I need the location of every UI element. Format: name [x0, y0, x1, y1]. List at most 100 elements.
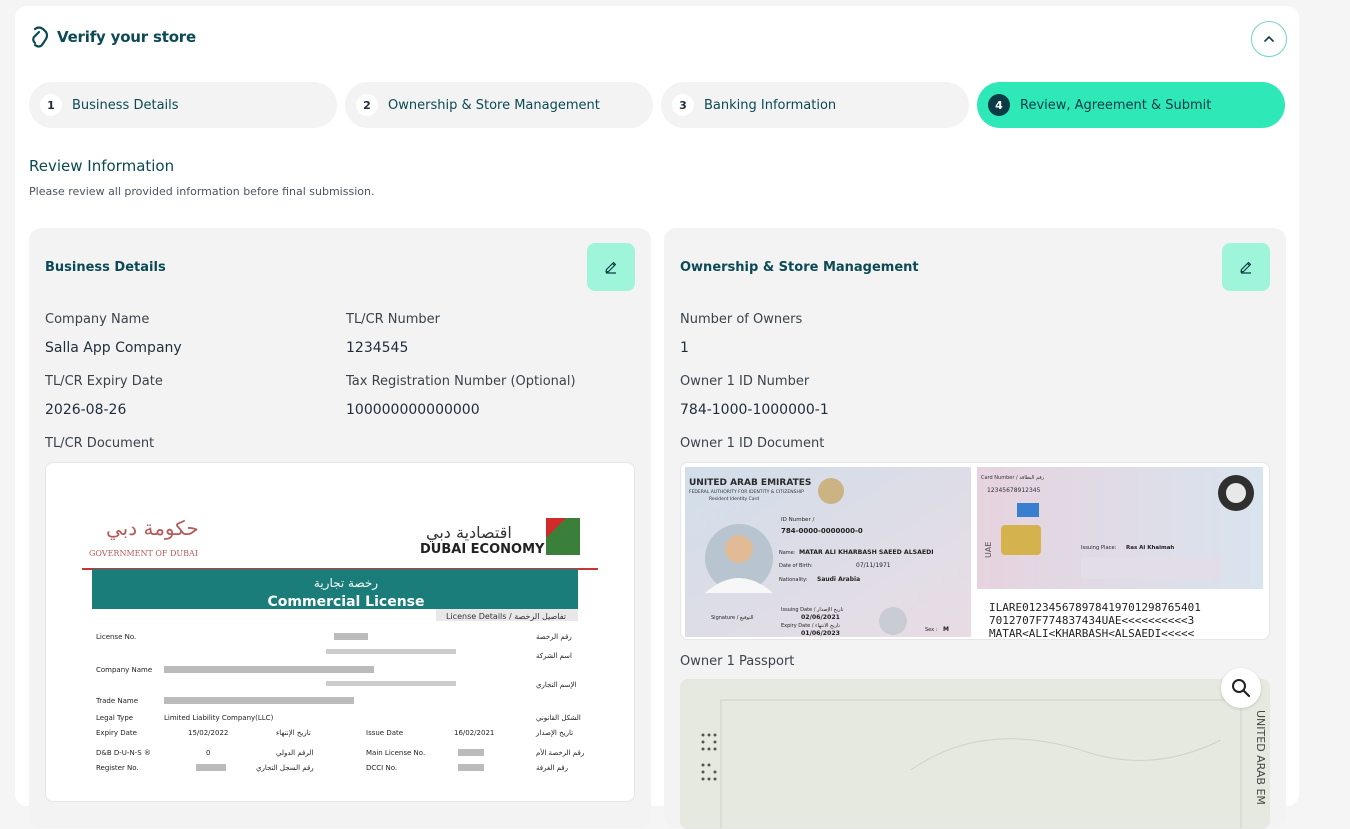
trn-value: 100000000000000: [346, 402, 480, 418]
row-license-no: License No.: [96, 633, 136, 641]
emblem-icon: [818, 478, 844, 504]
id-mrz-2: 7012707F774837434UAE<<<<<<<<<<3: [989, 614, 1194, 627]
row-trade-name-ar: الإسم التجاري: [536, 681, 576, 689]
step-number: 3: [672, 94, 694, 116]
tl-document-label: TL/CR Document: [45, 436, 155, 451]
id-issuing: 02/06/2021: [801, 614, 840, 621]
redacted-dcci: [458, 764, 484, 771]
owners-count-value: 1: [680, 340, 689, 356]
gov-en-text: GOVERNMENT OF DUBAI: [89, 549, 198, 558]
row-duns: D&B D-U-N-S ®: [96, 749, 151, 757]
step-number: 2: [356, 94, 378, 116]
tl-document-preview[interactable]: حكومة دبي GOVERNMENT OF DUBAI اقتصادية د…: [45, 462, 635, 802]
pencil-icon: [605, 261, 617, 274]
row-register: Register No.: [96, 764, 139, 772]
owner-passport-label: Owner 1 Passport: [680, 654, 795, 669]
row-legal-type-ar: الشكل القانوني: [536, 714, 581, 722]
id-mrz-3: MATAR<ALI<KHARBASH<ALSAEDI<<<<<: [989, 627, 1195, 640]
step-label: Review, Agreement & Submit: [1020, 97, 1212, 113]
row-expiry: Expiry Date: [96, 729, 137, 737]
row-license-no-ar: رقم الرخصة: [536, 633, 572, 641]
step-label: Banking Information: [704, 97, 837, 113]
verify-store-panel: Verify your store 1 Business Details 2 O…: [15, 6, 1299, 829]
step-number: 1: [40, 94, 62, 116]
id-sex-label: Sex :: [925, 627, 938, 633]
redacted-trade: [164, 697, 354, 704]
details-label: License Details / تفاصيل الرخصة: [446, 612, 566, 621]
id-dob: 07/11/1971: [856, 562, 891, 569]
id-number-label: ID Number /: [781, 517, 814, 523]
commercial-license-image: حكومة دبي GOVERNMENT OF DUBAI اقتصادية د…: [82, 516, 598, 772]
id-name: MATAR ALI KHARBASH SAEED ALSAEDI: [799, 549, 934, 556]
stepper: 1 Business Details 2 Ownership & Store M…: [29, 82, 1285, 128]
row-duns-ar: الرقم الدولي: [276, 749, 313, 757]
step-banking[interactable]: 3 Banking Information: [661, 82, 969, 128]
id-sex: M: [943, 626, 949, 633]
redacted-register: [196, 764, 226, 771]
owner-id-document-preview[interactable]: UNITED ARAB EMIRATES FEDERAL AUTHORITY F…: [680, 462, 1270, 640]
review-title: Review Information: [29, 157, 175, 175]
row-trade-name: Trade Name: [95, 697, 138, 705]
id-expiry-label: Expiry Date / تاريخ الانتهاء: [781, 623, 841, 629]
company-name-label: Company Name: [45, 312, 150, 327]
row-issue-value: 16/02/2021: [454, 729, 494, 737]
redacted-arabic: [326, 649, 456, 654]
step-review-submit[interactable]: 4 Review, Agreement & Submit: [977, 82, 1285, 128]
card-title: Business Details: [45, 260, 166, 275]
edit-ownership-button[interactable]: [1222, 243, 1270, 291]
id-signature-label: Signature / التوقيع: [711, 615, 754, 621]
row-company-name-ar: اسم الشركة: [536, 652, 572, 660]
id-uae-vertical: UAE: [984, 542, 993, 558]
row-register-ar: رقم السجل التجاري: [256, 764, 314, 772]
id-ghost-photo: [879, 607, 907, 635]
license-rows: License No. رقم الرخصة Company Name اسم …: [95, 633, 584, 772]
banner-ar-text: رخصة تجارية: [314, 576, 378, 591]
id-issuing-label: Issuing Date / تاريخ الإصدار: [781, 607, 844, 613]
owners-count-label: Number of Owners: [680, 312, 803, 327]
id-chip: [1001, 525, 1041, 555]
id-number: 784-0000-0000000-0: [781, 527, 863, 535]
row-main-ar: رقم الرخصة الأم: [536, 748, 584, 757]
redacted-company: [164, 666, 374, 673]
passport-side-text: UNITED ARAB EM: [1254, 710, 1267, 805]
gov-ar-text: حكومة دبي: [106, 516, 199, 540]
company-name-value: Salla App Company: [45, 340, 182, 356]
passport-image: UNITED ARAB EM: [681, 680, 1269, 828]
owner-id-label: Owner 1 ID Number: [680, 374, 810, 389]
tl-number-value: 1234545: [346, 340, 409, 356]
row-duns-value: 0: [206, 749, 210, 757]
row-legal-type: Legal Type: [96, 714, 133, 722]
trn-label: Tax Registration Number (Optional): [346, 374, 576, 389]
row-expiry-ar: تاريخ الإنتهاء: [276, 729, 311, 737]
owner-id-value: 784-1000-1000000-1: [680, 402, 829, 418]
step-business-details[interactable]: 1 Business Details: [29, 82, 337, 128]
id-nationality-label: Nationality:: [779, 577, 808, 583]
row-legal-type-value: Limited Liability Company(LLC): [164, 714, 274, 722]
id-mrz-1: ILARE012345678978419701298765401: [989, 601, 1201, 614]
id-place: Ras Al Khaimah: [1126, 545, 1174, 551]
store-logo-icon: [32, 26, 49, 48]
step-ownership[interactable]: 2 Ownership & Store Management: [345, 82, 653, 128]
id-card-number: 12345678912345: [987, 487, 1041, 494]
collapse-button[interactable]: [1251, 21, 1287, 57]
edit-business-button[interactable]: [587, 243, 635, 291]
redacted-arabic-2: [326, 681, 456, 686]
id-card-type: Resident Identity Card: [709, 496, 759, 502]
id-nationality: Saudi Arabia: [817, 576, 860, 583]
step-number: 4: [988, 94, 1010, 116]
zoom-passport-button[interactable]: [1221, 668, 1261, 708]
id-expiry: 01/06/2023: [801, 630, 840, 637]
owner-passport-preview[interactable]: UNITED ARAB EM: [680, 679, 1270, 829]
banner-en-text: Commercial License: [268, 594, 425, 610]
row-issue: Issue Date: [366, 729, 403, 737]
row-expiry-value: 15/02/2022: [188, 729, 228, 737]
ownership-card: Ownership & Store Management Number of O…: [664, 228, 1286, 829]
row-issue-ar: تاريخ الإصدار: [535, 729, 573, 737]
economy-en-text: DUBAI ECONOMY: [420, 542, 545, 557]
card-title: Ownership & Store Management: [680, 260, 919, 275]
step-label: Ownership & Store Management: [388, 97, 600, 113]
id-name-label: Name:: [779, 550, 796, 556]
economy-ar-text: اقتصادية دبي: [426, 523, 512, 543]
id-authority: FEDERAL AUTHORITY FOR IDENTITY & CITIZEN…: [689, 489, 804, 495]
id-hologram: [1017, 503, 1039, 517]
